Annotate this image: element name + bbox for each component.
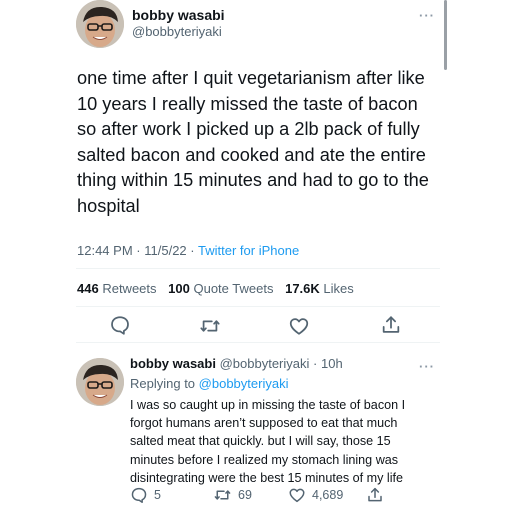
more-icon[interactable]: ···: [419, 8, 435, 23]
tweet-source[interactable]: Twitter for iPhone: [198, 243, 299, 258]
like-count: 4,689: [312, 488, 344, 502]
share-icon[interactable]: [380, 314, 402, 336]
reply-count: 5: [154, 488, 161, 502]
likes-label: Likes: [323, 281, 354, 296]
heart-icon[interactable]: [288, 315, 310, 337]
tweet-text: one time after I quit vegetarianism afte…: [77, 68, 429, 216]
reply-header: bobby wasabi @bobbyteriyaki · 10h: [130, 356, 343, 371]
retweet-icon[interactable]: [198, 315, 222, 337]
likes-count: 17.6K: [285, 281, 320, 296]
retweet-count: 69: [238, 488, 252, 502]
more-icon[interactable]: ···: [419, 359, 435, 374]
share-icon: [368, 487, 382, 502]
avatar[interactable]: [76, 358, 124, 406]
replying-to-mention[interactable]: @bobbyteriyaki: [199, 376, 289, 391]
divider: [76, 306, 440, 307]
tweet-time[interactable]: 12:44 PM: [77, 243, 133, 258]
retweets-stat[interactable]: 446 Retweets: [77, 281, 157, 296]
tweet-meta: 12:44 PM · 11/5/22 · Twitter for iPhone: [77, 243, 299, 258]
avatar[interactable]: [76, 0, 124, 48]
tweet-date[interactable]: 11/5/22: [144, 243, 186, 258]
replying-to: Replying to @bobbyteriyaki: [130, 376, 288, 391]
reply-age[interactable]: 10h: [321, 356, 343, 371]
reply-icon[interactable]: [109, 314, 131, 336]
retweets-label: Retweets: [102, 281, 157, 296]
share-action[interactable]: [366, 486, 384, 504]
quotes-stat[interactable]: 100 Quote Tweets: [168, 281, 273, 296]
reply-action[interactable]: 5: [130, 486, 161, 504]
like-action[interactable]: 4,689: [288, 486, 343, 504]
tweet-stats: 446 Retweets 100 Quote Tweets 17.6K Like…: [77, 281, 354, 296]
divider: [76, 268, 440, 269]
replying-to-label: Replying to: [130, 376, 196, 391]
quotes-count: 100: [168, 281, 190, 296]
user-handle[interactable]: @bobbyteriyaki: [220, 356, 310, 371]
scrollbar[interactable]: [444, 0, 447, 70]
heart-icon: [289, 488, 305, 503]
quotes-label: Quote Tweets: [193, 281, 274, 296]
user-handle[interactable]: @bobbyteriyaki: [132, 24, 222, 39]
display-name[interactable]: bobby wasabi: [130, 356, 216, 371]
likes-stat[interactable]: 17.6K Likes: [285, 281, 354, 296]
separator-dot: ·: [190, 243, 195, 258]
retweet-icon: [214, 490, 231, 500]
separator-dot: ·: [313, 356, 318, 371]
reply-icon: [131, 487, 147, 503]
retweet-action[interactable]: 69: [213, 486, 252, 504]
reply-text: I was so caught up in missing the taste …: [130, 398, 406, 485]
retweets-count: 446: [77, 281, 99, 296]
display-name[interactable]: bobby wasabi: [132, 7, 225, 23]
divider: [76, 342, 440, 343]
separator-dot: ·: [136, 243, 141, 258]
